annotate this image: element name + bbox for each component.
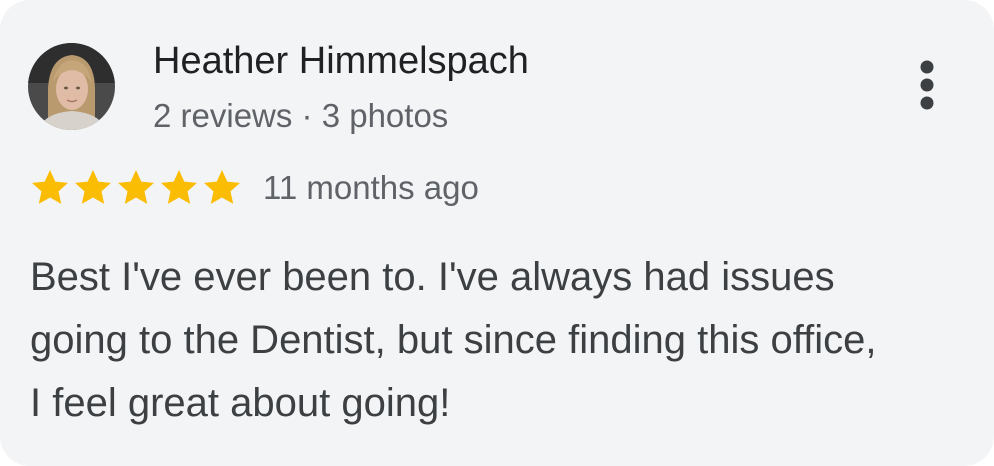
star-rating bbox=[30, 168, 245, 208]
star-icon bbox=[116, 168, 156, 208]
star-icon bbox=[159, 168, 199, 208]
star-icon bbox=[202, 168, 242, 208]
reviewer-name[interactable]: Heather Himmelspach bbox=[153, 38, 529, 84]
review-date: 11 months ago bbox=[263, 169, 479, 206]
more-options-button[interactable] bbox=[905, 56, 949, 116]
review-text-line: going to the Dentist, but since finding … bbox=[30, 318, 877, 362]
more-vert-icon bbox=[920, 60, 934, 110]
star-icon bbox=[73, 168, 113, 208]
avatar-photo-icon bbox=[28, 43, 115, 130]
review-text: Best I've ever been to. I've always had … bbox=[30, 246, 970, 435]
star-icon bbox=[30, 168, 70, 208]
reviewer-avatar[interactable] bbox=[28, 43, 115, 130]
review-card: Heather Himmelspach 2 reviews · 3 photos… bbox=[0, 0, 994, 466]
review-text-line: I feel great about going! bbox=[30, 381, 451, 425]
review-text-line: Best I've ever been to. I've always had … bbox=[30, 255, 835, 299]
reviewer-meta: 2 reviews · 3 photos bbox=[153, 97, 449, 134]
